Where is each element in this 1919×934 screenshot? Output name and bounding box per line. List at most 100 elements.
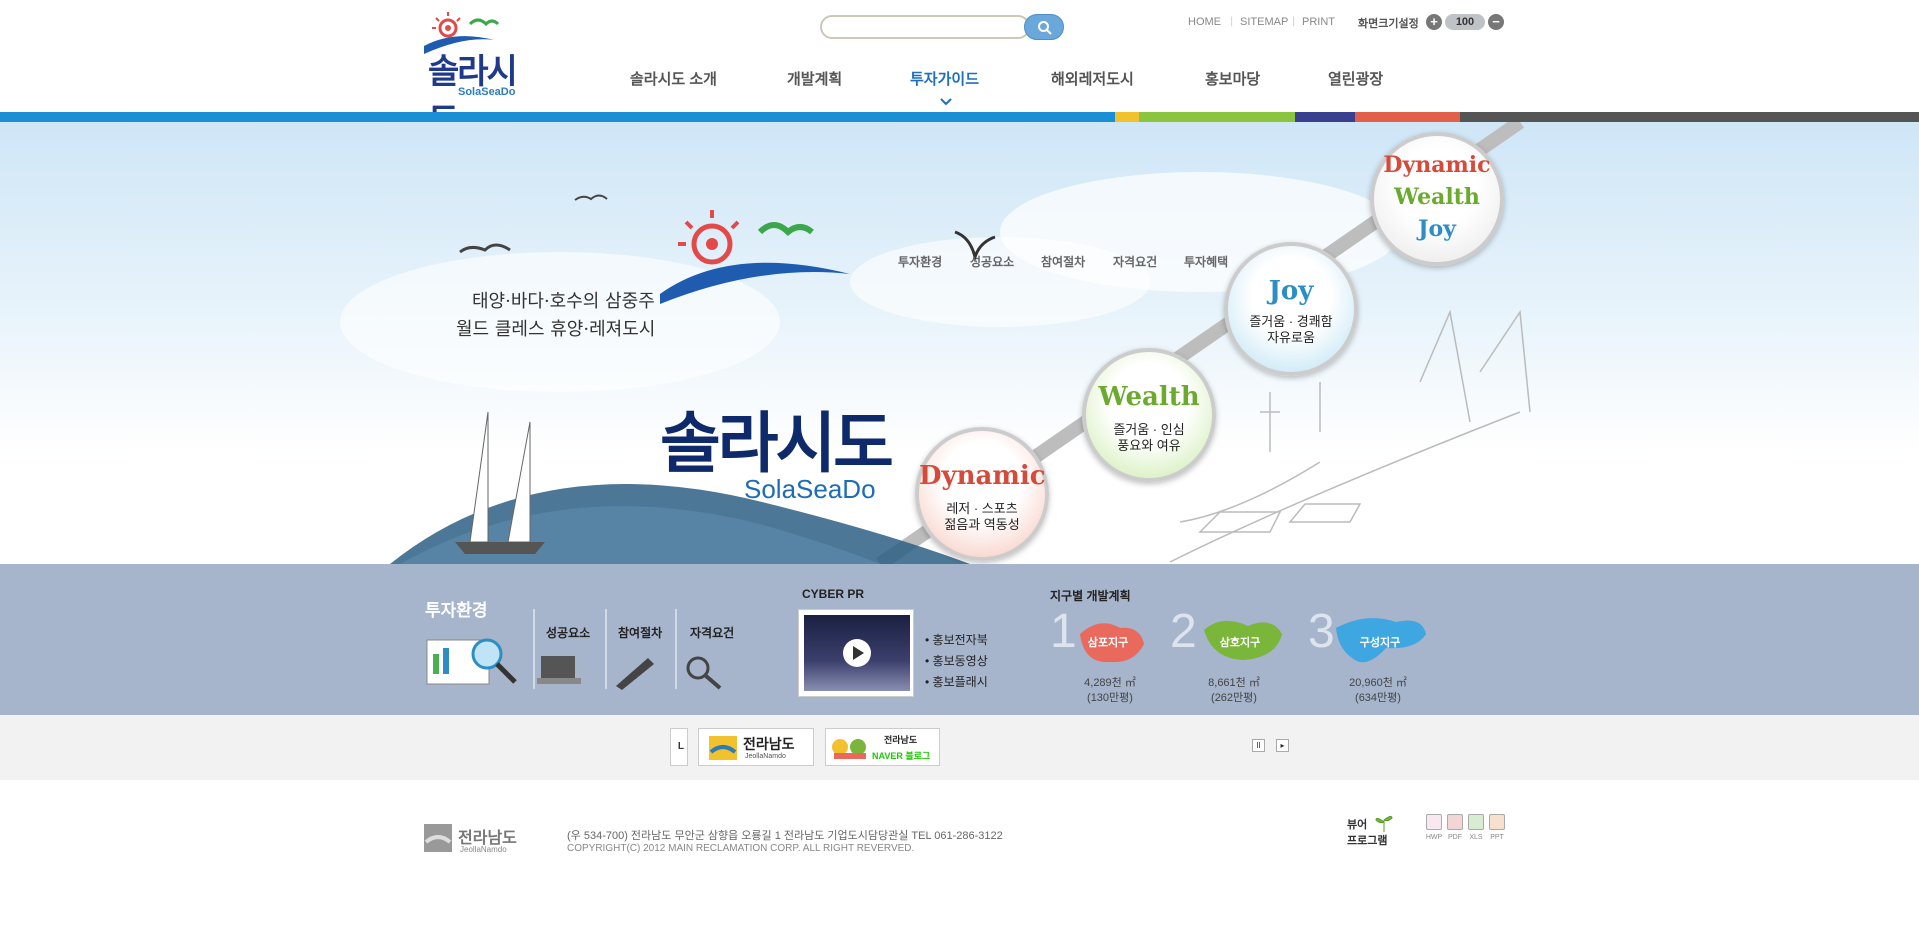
footer-copyright: COPYRIGHT(C) 2012 MAIN RECLAMATION CORP.… <box>567 843 915 854</box>
doc-type-label: PDF <box>1448 834 1462 841</box>
investment-item-success[interactable]: 성공요소 <box>546 624 590 641</box>
nav-item-investment-guide[interactable]: 투자가이드 <box>910 68 979 89</box>
hero-visual: 태양·바다·호수의 삼중주 월드 클레스 휴양·레져도시 솔라시도 SolaSe… <box>0 122 1919 564</box>
banner-subtitle: JeollaNamdo <box>745 753 786 760</box>
doc-type-label: XLS <box>1469 834 1483 841</box>
site-footer: 전라남도 JeollaNamdo (우 534-700) 전라남도 무안군 삼향… <box>0 780 1919 934</box>
seagull-icon <box>459 243 511 254</box>
viewer-label: 프로그램 <box>1347 835 1388 847</box>
pr-video-thumbnail[interactable] <box>798 609 914 697</box>
dynamic-bubble[interactable]: Dynamic 레저 · 스포츠 젊음과 역동성 <box>915 427 1049 561</box>
district-2[interactable]: 2 삼호지구 8,661천 ㎡ (262만평) <box>1170 604 1290 714</box>
nav-item-promotion[interactable]: 홍보마당 <box>1205 68 1260 89</box>
search-icon <box>1038 21 1052 35</box>
district-name: 삼호지구 <box>1219 637 1261 649</box>
seagull-icon <box>574 194 608 201</box>
zoom-out-button[interactable]: − <box>1488 14 1504 30</box>
jeonnam-footer-logo-icon <box>424 824 452 852</box>
search-input[interactable] <box>820 15 1030 39</box>
ppt-icon[interactable] <box>1489 814 1505 830</box>
nav-item-development[interactable]: 개발계획 <box>787 68 842 89</box>
district-1[interactable]: 1 삼포지구 4,289천 ㎡ (130만평) <box>1050 604 1160 714</box>
next-button[interactable]: ▸ <box>1276 739 1289 752</box>
naver-blog-banner[interactable]: 전라남도 NAVER 블로그 <box>825 728 940 766</box>
district-3[interactable]: 3 구성지구 20,960천 ㎡ (634만평) <box>1308 604 1438 714</box>
jeonnam-logo-icon <box>709 736 737 760</box>
bubble-title: Dynamic <box>1383 152 1491 178</box>
site-logo[interactable]: 솔라시도 SolaSeaDo <box>420 6 540 141</box>
district-area: 4,289천 ㎡ <box>1084 677 1136 689</box>
bubble-title: Joy <box>1268 276 1314 306</box>
cyber-pr-title: CYBER PR <box>802 587 865 601</box>
pause-button[interactable]: II <box>1252 739 1265 752</box>
bubble-caption: 젊음과 역동성 <box>944 517 1020 532</box>
logo-subtitle: SolaSeaDo <box>458 86 516 98</box>
investment-report-icon <box>426 638 517 685</box>
subnav-investment-env[interactable]: 투자환경 <box>898 253 942 270</box>
district-name: 삼포지구 <box>1087 637 1129 649</box>
investment-title[interactable]: 투자환경 <box>425 596 488 621</box>
bubble-caption: 풍요와 여유 <box>1117 438 1181 453</box>
district-number: 2 <box>1170 605 1197 658</box>
zoom-label: 화면크기설정 <box>1358 18 1419 30</box>
pen-icon <box>616 658 654 690</box>
pr-link-ebook[interactable]: • 홍보전자북 <box>925 631 988 648</box>
nav-item-overseas-leisure[interactable]: 해외레저도시 <box>1051 68 1134 89</box>
search-button[interactable] <box>1024 14 1064 40</box>
viewer-label: 뷰어 <box>1347 819 1368 831</box>
doc-type-label: PPT <box>1490 834 1504 841</box>
play-icon[interactable] <box>842 638 872 668</box>
wealth-bubble[interactable]: Wealth 즐거움 · 인심 풍요와 여유 <box>1082 348 1216 482</box>
district-pyeong: (262만평) <box>1211 692 1257 704</box>
mascot-icon <box>832 739 866 759</box>
bubble-title: Wealth <box>1098 382 1200 412</box>
util-divider: | <box>1230 16 1234 27</box>
investment-item-qualification[interactable]: 자격요건 <box>690 624 734 641</box>
zoom-value: 100 <box>1445 14 1485 30</box>
district-pyeong: (634만평) <box>1355 692 1401 704</box>
bubble-caption: 레저 · 스포츠 <box>946 501 1018 516</box>
pr-link-video[interactable]: • 홍보동영상 <box>925 652 988 669</box>
pr-link-flash[interactable]: • 홍보플래시 <box>925 673 988 690</box>
subnav-benefits[interactable]: 투자혜택 <box>1184 253 1228 270</box>
magnifier-icon <box>686 656 722 690</box>
joy-bubble[interactable]: Joy 즐거움 · 경쾌함 자유로움 <box>1224 242 1358 376</box>
util-divider: | <box>1292 16 1296 27</box>
hero-logo-mark-icon <box>660 210 850 304</box>
zoom-in-button[interactable]: + <box>1426 14 1442 30</box>
doc-type-label: HWP <box>1425 834 1443 841</box>
nav-item-about[interactable]: 솔라시도 소개 <box>630 68 717 89</box>
jeonnam-banner[interactable]: 전라남도 JeollaNamdo <box>698 728 814 766</box>
sitemap-link[interactable]: SITEMAP <box>1240 16 1288 28</box>
banner-subtitle: NAVER 블로그 <box>872 751 931 761</box>
district-area: 20,960천 ㎡ <box>1349 677 1407 689</box>
chevron-down-icon <box>940 98 952 106</box>
district-area: 8,661천 ㎡ <box>1208 677 1260 689</box>
subnav-participation[interactable]: 참여절차 <box>1041 253 1085 270</box>
banner-title: 전라남도 <box>884 735 918 745</box>
banner-title: 전라남도 <box>743 736 795 752</box>
footer-logo-subtitle: JeollaNamdo <box>460 845 507 854</box>
quick-menu-band: 투자환경 성공요소 참여절차 자격요건 CYBER PR • 홍보전자북 • 홍… <box>0 564 1919 715</box>
subnav-qualification[interactable]: 자격요건 <box>1113 253 1157 270</box>
district-pyeong: (130만평) <box>1087 692 1133 704</box>
partial-banner[interactable]: L <box>670 728 688 766</box>
print-link[interactable]: PRINT <box>1302 16 1335 28</box>
pdf-icon[interactable] <box>1447 814 1463 830</box>
banner-bar: L 전라남도 JeollaNamdo 전라남도 NAVER 블로그 II ▸ <box>0 715 1919 780</box>
hero-slogan-line2: 월드 클레스 휴양·레져도시 <box>456 319 656 340</box>
bubble-caption: 자유로움 <box>1267 330 1315 345</box>
combo-bubble[interactable]: Dynamic Wealth Joy <box>1370 132 1504 266</box>
hwp-icon[interactable] <box>1426 814 1442 830</box>
home-link[interactable]: HOME <box>1188 16 1221 28</box>
footer-address: (우 534-700) 전라남도 무안군 삼향읍 오룡길 1 전라남도 기업도시… <box>567 830 1003 842</box>
districts-title: 지구별 개발계획 <box>1050 589 1131 603</box>
nav-item-open-square[interactable]: 열린광장 <box>1328 68 1383 89</box>
xls-icon[interactable] <box>1468 814 1484 830</box>
district-name: 구성지구 <box>1359 637 1401 649</box>
bubble-title: Wealth <box>1394 184 1480 210</box>
hero-logo-subtitle: SolaSeaDo <box>744 474 876 504</box>
bubble-caption: 즐거움 · 인심 <box>1113 422 1185 437</box>
subnav-success-factors[interactable]: 성공요소 <box>970 253 1014 270</box>
investment-item-procedure[interactable]: 참여절차 <box>618 624 662 641</box>
